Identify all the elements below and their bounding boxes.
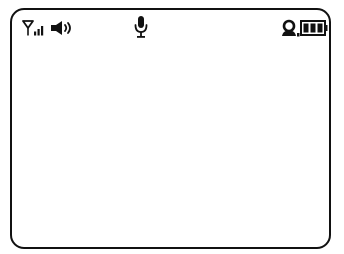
screen-content-area [12, 44, 329, 247]
battery-icon [300, 20, 328, 36]
device-screen [10, 8, 331, 249]
microphone-icon [134, 16, 148, 38]
status-bar [12, 10, 329, 44]
speaker-volume-icon [51, 21, 71, 35]
user-profile-icon [282, 19, 300, 37]
signal-strength-icon [22, 20, 44, 36]
